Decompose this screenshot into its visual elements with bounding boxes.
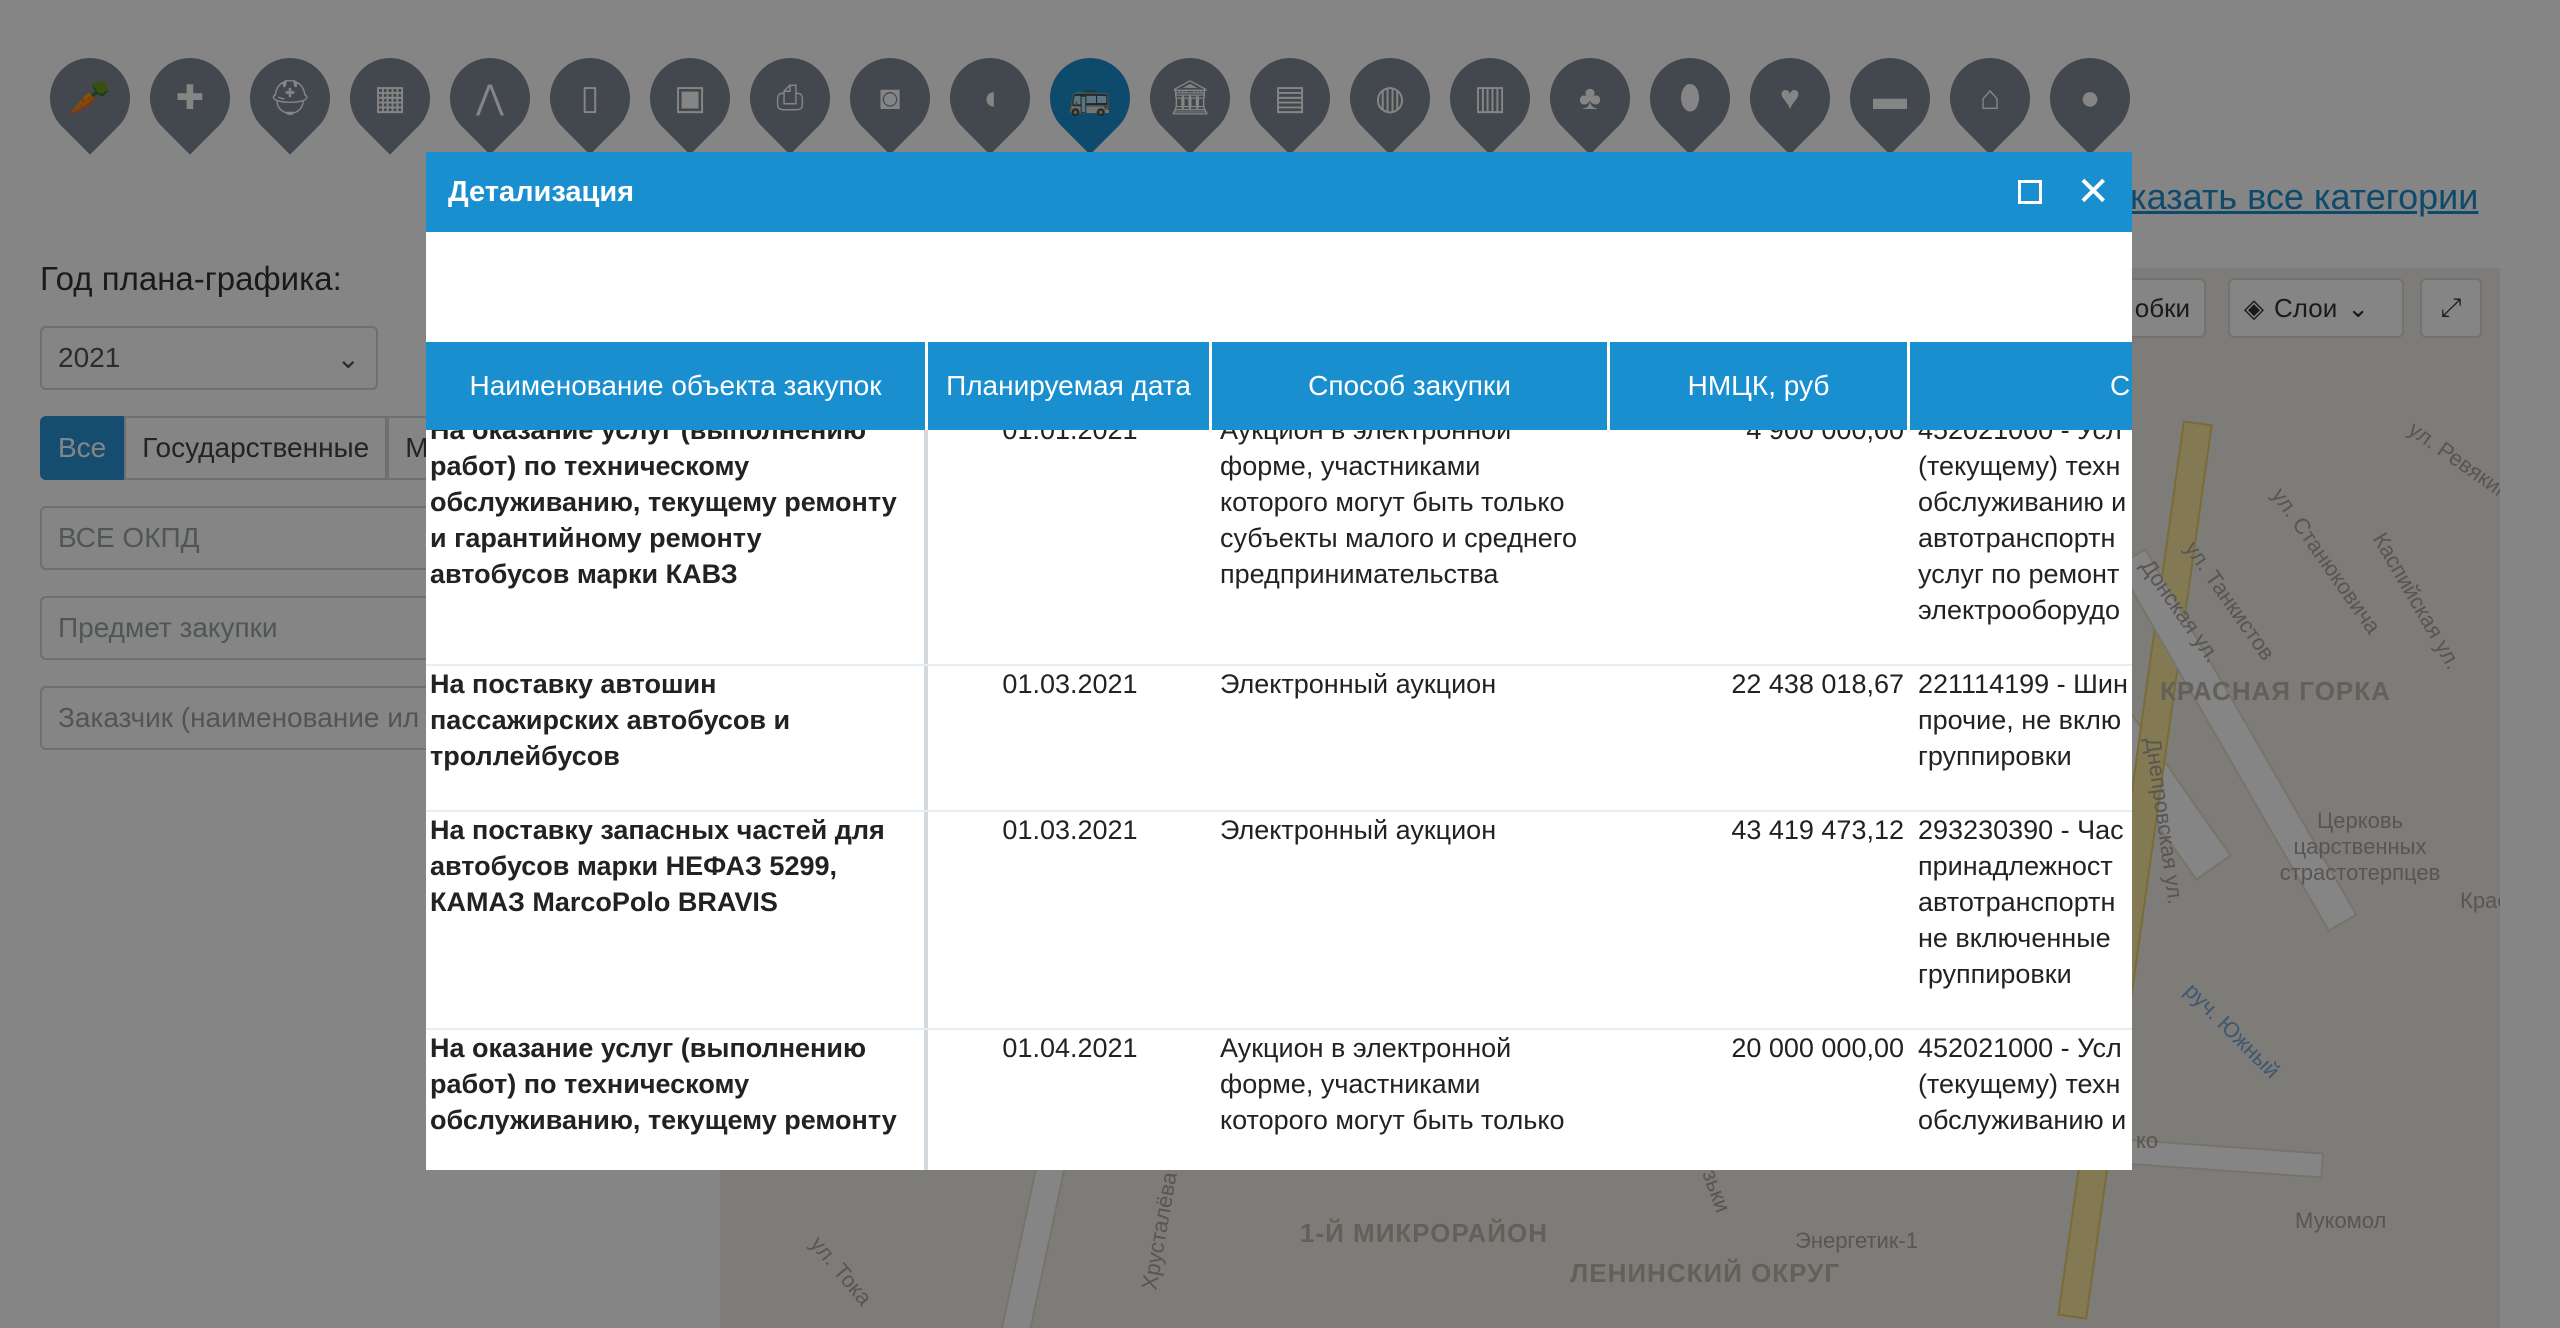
table-row[interactable]: На оказание услуг (выполнению работ) по т… bbox=[426, 1030, 2132, 1170]
cell-method-line: форме, участниками bbox=[1220, 1069, 1481, 1099]
cell-method: Электронный аукцион bbox=[1212, 812, 1610, 1028]
cell-method-line: Электронный аукцион bbox=[1220, 815, 1497, 845]
cell-name-line: На поставку автошин bbox=[430, 669, 717, 699]
cell-code: 452021000 - Усл (текущему) техн обслуживан… bbox=[1910, 430, 2132, 664]
cell-name-line: работ) по техническому bbox=[430, 451, 750, 481]
cell-name-line: На оказание услуг (выполнению bbox=[430, 430, 867, 445]
cell-code-line: услуг по ремонт bbox=[1918, 559, 2120, 589]
cell-method: Электронный аукцион bbox=[1212, 666, 1610, 810]
cell-name-line: На оказание услуг (выполнению bbox=[430, 1033, 867, 1063]
cell-name-line: пассажирских автобусов и bbox=[430, 705, 791, 735]
cell-code-line: (текущему) техн bbox=[1918, 451, 2121, 481]
cell-code-line: 221114199 - Шин bbox=[1918, 669, 2128, 699]
cell-date: 01.04.2021 bbox=[1002, 1033, 1138, 1063]
cell-code: 452021000 - Усл (текущему) техн обслуживан… bbox=[1910, 1030, 2132, 1170]
cell-price: 20 000 000,00 bbox=[1731, 1033, 1904, 1063]
cell-method: Аукцион в электронной форме, участниками к… bbox=[1212, 430, 1610, 664]
cell-code-line: принадлежност bbox=[1918, 851, 2113, 881]
cell-name: На поставку запасных частей для автобусов… bbox=[426, 812, 928, 1028]
cell-name-line: автобусов марки КАВЗ bbox=[430, 559, 738, 589]
cell-code-line: 293230390 - Час bbox=[1918, 815, 2124, 845]
cell-method-line: Электронный аукцион bbox=[1220, 669, 1497, 699]
cell-method-line: которого могут быть только bbox=[1220, 1105, 1565, 1135]
cell-date: 01.03.2021 bbox=[1002, 815, 1138, 845]
cell-name: На оказание услуг (выполнению работ) по т… bbox=[426, 1030, 928, 1170]
cell-name-line: обслуживанию, текущему ремонту bbox=[430, 1105, 897, 1135]
cell-name: На оказание услуг (выполнению работ) по т… bbox=[426, 430, 928, 664]
cell-code-line: 452021000 - Усл bbox=[1918, 1033, 2122, 1063]
column-header-code[interactable]: С bbox=[1910, 342, 2132, 430]
cell-code-line: группировки bbox=[1918, 741, 2072, 771]
cell-code-line: (текущему) техн bbox=[1918, 1069, 2121, 1099]
cell-method-line: форме, участниками bbox=[1220, 451, 1481, 481]
table-row[interactable]: На поставку автошин пассажирских автобусо… bbox=[426, 666, 2132, 812]
cell-method-line: субъекты малого и среднего bbox=[1220, 523, 1578, 553]
cell-method-line: Аукцион в электронной bbox=[1220, 430, 1512, 445]
cell-code-line: автотранспортн bbox=[1918, 887, 2116, 917]
cell-code: 293230390 - Час принадлежност автотранспор… bbox=[1910, 812, 2132, 1028]
cell-code-line: 452021000 - Усл bbox=[1918, 430, 2122, 445]
column-header-method[interactable]: Способ закупки bbox=[1212, 342, 1610, 430]
table-row[interactable]: На поставку запасных частей для автобусов… bbox=[426, 812, 2132, 1030]
table-row[interactable]: На оказание услуг (выполнению работ) по т… bbox=[426, 430, 2132, 666]
cell-price: 4 900 000,00 bbox=[1746, 430, 1904, 445]
detail-modal: Детализация ✕ Наименование объекта закуп… bbox=[426, 152, 2132, 1170]
cell-name-line: троллейбусов bbox=[430, 741, 620, 771]
cell-name-line: работ) по техническому bbox=[430, 1069, 750, 1099]
column-header-name[interactable]: Наименование объекта закупок bbox=[426, 342, 928, 430]
cell-code-line: группировки bbox=[1918, 959, 2072, 989]
cell-code-line: прочие, не вклю bbox=[1918, 705, 2122, 735]
cell-name-line: На поставку запасных частей для bbox=[430, 815, 885, 845]
cell-date: 01.03.2021 bbox=[1002, 669, 1138, 699]
cell-code-line: электрооборудо bbox=[1918, 595, 2121, 625]
cell-price: 43 419 473,12 bbox=[1731, 815, 1904, 845]
cell-name-line: обслуживанию, текущему ремонту bbox=[430, 487, 897, 517]
modal-header-buttons: ✕ bbox=[2018, 172, 2110, 212]
modal-header: Детализация ✕ bbox=[426, 152, 2132, 232]
cell-method-line: предпринимательства bbox=[1220, 559, 1499, 589]
cell-code: 221114199 - Шин прочие, не вклю группировк… bbox=[1910, 666, 2132, 810]
cell-price: 22 438 018,67 bbox=[1731, 669, 1904, 699]
maximize-icon[interactable] bbox=[2018, 180, 2043, 204]
cell-code-line: обслуживанию и bbox=[1918, 487, 2127, 517]
grid-body[interactable]: На оказание услуг (выполнению работ) по т… bbox=[426, 430, 2132, 1170]
close-icon[interactable]: ✕ bbox=[2076, 172, 2110, 212]
cell-date: 01.01.2021 bbox=[1002, 430, 1138, 445]
cell-method: Аукцион в электронной форме, участниками к… bbox=[1212, 1030, 1610, 1170]
column-header-date[interactable]: Планируемая дата bbox=[928, 342, 1212, 430]
grid-header: Наименование объекта закупок Планируемая… bbox=[426, 342, 2132, 430]
cell-method-line: Аукцион в электронной bbox=[1220, 1033, 1512, 1063]
modal-toolbar bbox=[426, 232, 2132, 342]
cell-code-line: обслуживанию и bbox=[1918, 1105, 2127, 1135]
modal-title: Детализация bbox=[448, 175, 635, 208]
cell-code-line: не включенные bbox=[1918, 923, 2111, 953]
column-header-price[interactable]: НМЦК, руб bbox=[1610, 342, 1910, 430]
cell-name: На поставку автошин пассажирских автобусо… bbox=[426, 666, 928, 810]
cell-code-line: автотранспортн bbox=[1918, 523, 2116, 553]
cell-name-line: КАМАЗ MarcoPolo BRAVIS bbox=[430, 887, 778, 917]
cell-name-line: и гарантийному ремонту bbox=[430, 523, 762, 553]
cell-name-line: автобусов марки НЕФАЗ 5299, bbox=[430, 851, 837, 881]
cell-method-line: которого могут быть только bbox=[1220, 487, 1565, 517]
grid-rows: На оказание услуг (выполнению работ) по т… bbox=[426, 430, 2132, 1170]
